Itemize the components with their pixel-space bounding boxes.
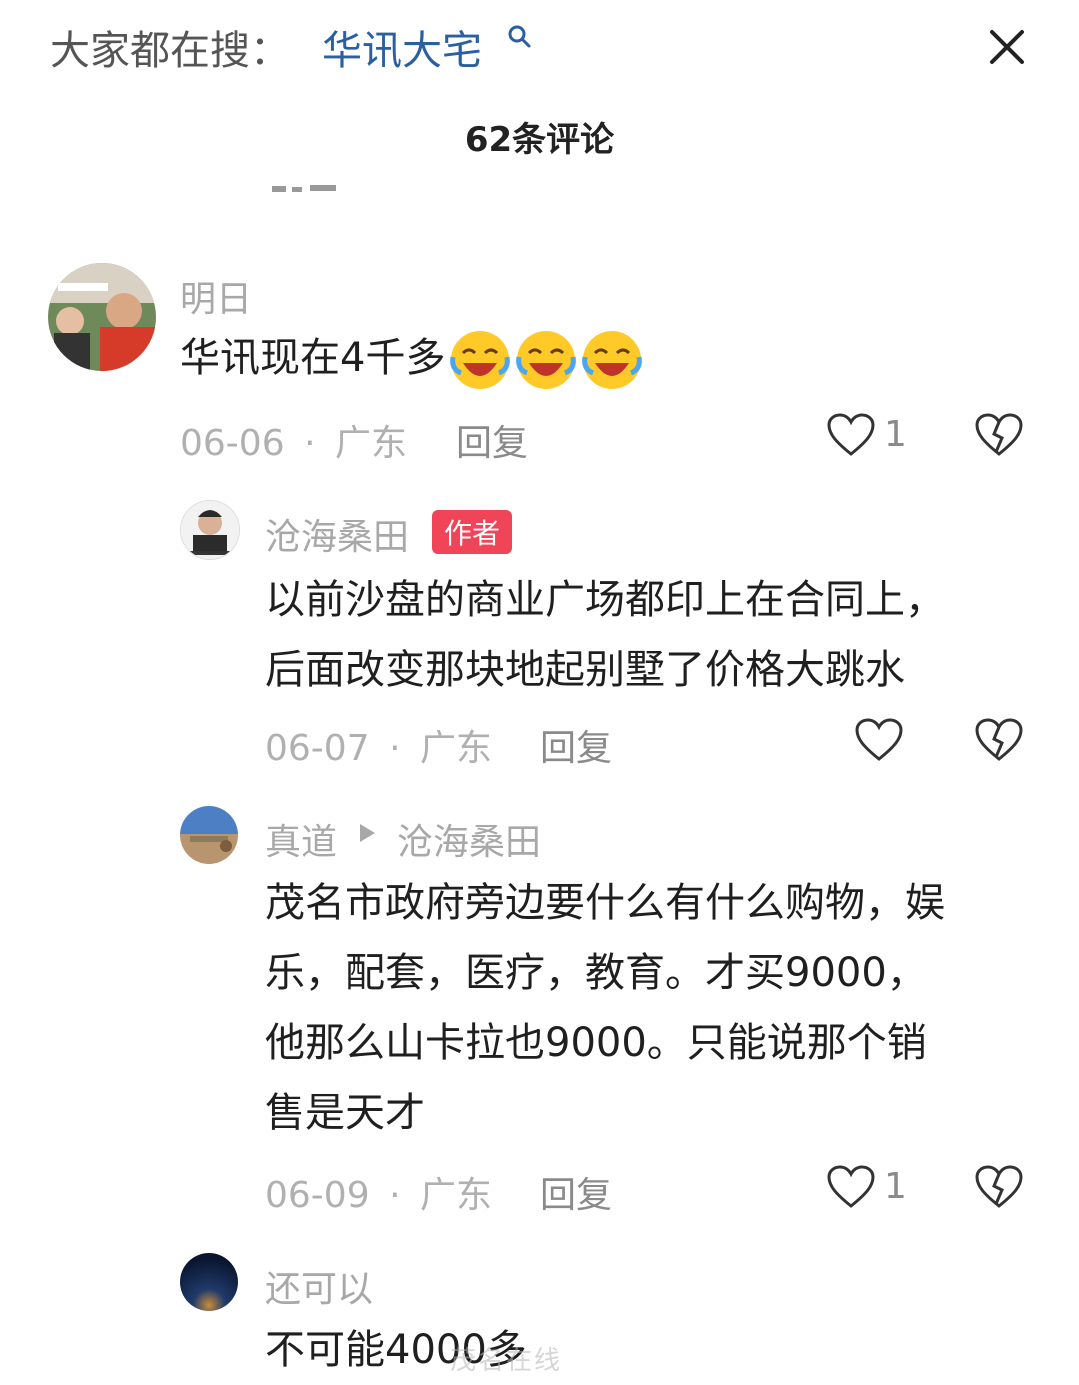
comment-meta: 06-06 · 广东: [180, 414, 407, 466]
broken-heart-icon[interactable]: [974, 412, 1024, 458]
comment-text-line: 他那么山卡拉也9000。只能说那个销: [265, 1020, 927, 1066]
heart-icon[interactable]: [826, 412, 876, 458]
avatar[interactable]: [180, 806, 238, 864]
comment-text-line: 乐，配套，医疗，教育。才买9000，: [265, 950, 927, 996]
comment-text: 华讯现在4千多: [180, 323, 740, 393]
reply-button[interactable]: 回复: [540, 719, 612, 771]
reply-target-username[interactable]: 沧海桑田: [397, 813, 541, 865]
comment-username[interactable]: 沧海桑田: [265, 508, 409, 560]
comment-count-title: 62条评论: [464, 120, 615, 160]
comment-text-content: 华讯现在4千多: [180, 335, 446, 381]
heart-icon[interactable]: [854, 717, 904, 763]
comment-meta: 06-09 · 广东: [265, 1166, 492, 1218]
reply-arrow-icon: [360, 824, 375, 842]
comment-date: 06-07: [265, 728, 370, 769]
clipped-text-fragment: [272, 185, 336, 192]
avatar[interactable]: [180, 1253, 238, 1311]
avatar[interactable]: [180, 500, 240, 560]
reply-button[interactable]: 回复: [456, 414, 528, 466]
reply-button[interactable]: 回复: [540, 1166, 612, 1218]
like-count: 1: [884, 414, 907, 455]
author-badge: 作者: [432, 510, 513, 554]
comment-username[interactable]: 明日: [180, 270, 252, 322]
heart-icon[interactable]: [826, 1164, 876, 1210]
search-icon[interactable]: [506, 24, 532, 50]
comment-text: 茂名市政府旁边要什么有什么购物，娱 乐，配套，医疗，教育。才买9000， 他那么…: [265, 868, 1055, 1148]
comment-region: 广东: [334, 423, 407, 464]
comment-region: 广东: [419, 1175, 492, 1216]
meta-separator: ·: [389, 1175, 401, 1216]
comment-meta: 06-07 · 广东: [265, 719, 492, 771]
meta-separator: ·: [304, 423, 316, 464]
laughing-crying-emoji-icon: [450, 331, 511, 389]
laughing-crying-emoji-icon: [516, 331, 577, 389]
search-suggestion-prefix: 大家都在搜：: [50, 28, 290, 74]
comment-text: 不可能4000多: [265, 1327, 527, 1373]
comment-region: 广东: [419, 728, 492, 769]
broken-heart-icon[interactable]: [974, 1164, 1024, 1210]
like-count: 1: [884, 1166, 907, 1207]
close-icon[interactable]: [984, 24, 1030, 70]
broken-heart-icon[interactable]: [974, 717, 1024, 763]
comment-username[interactable]: 还可以: [265, 1260, 373, 1312]
meta-separator: ·: [389, 728, 401, 769]
search-suggestion-term[interactable]: 华讯大宅: [322, 18, 482, 76]
comment-text-line: 售是天才: [265, 1090, 425, 1136]
avatar[interactable]: [48, 263, 156, 371]
watermark: 茂名在线: [450, 1346, 563, 1376]
comment-username[interactable]: 真道: [265, 813, 337, 865]
comment-text-line: 茂名市政府旁边要什么有什么购物，娱: [265, 880, 945, 926]
laughing-crying-emoji-icon: [582, 331, 643, 389]
comment-date: 06-06: [180, 423, 285, 464]
comment-text: 以前沙盘的商业广场都印上在合同上， 后面改变那块地起别墅了价格大跳水: [265, 565, 1055, 705]
comment-date: 06-09: [265, 1175, 370, 1216]
comment-text-line: 后面改变那块地起别墅了价格大跳水: [265, 647, 905, 693]
comment-text-line: 以前沙盘的商业广场都印上在合同上，: [265, 577, 945, 623]
